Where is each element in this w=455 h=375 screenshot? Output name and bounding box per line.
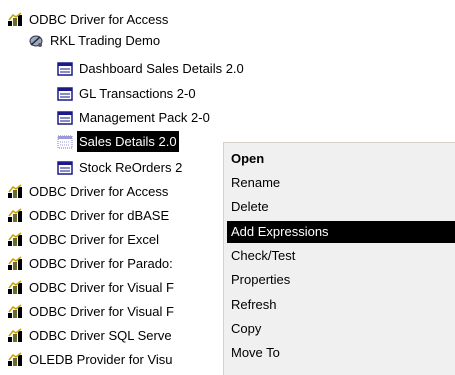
- driver-icon: [7, 279, 23, 296]
- tree-item-label: ODBC Driver for Access: [29, 12, 169, 27]
- tree-item-label: ODBC Driver for dBASE: [29, 208, 170, 223]
- tree-item-label: RKL Trading Demo: [50, 33, 161, 48]
- driver-icon: [7, 351, 23, 368]
- driver-icon: [7, 231, 23, 248]
- context-menu: Open Rename Delete Add Expressions Check…: [223, 142, 455, 375]
- tree-item-label: Sales Details 2.0: [77, 131, 179, 152]
- tree-item-label: Management Pack 2-0: [79, 110, 210, 125]
- driver-icon: [7, 11, 23, 28]
- report-icon: [57, 110, 73, 126]
- menu-item-move-to[interactable]: Move To: [227, 342, 455, 364]
- menu-item-delete[interactable]: Delete: [227, 196, 455, 218]
- tree-item-odbc-access[interactable]: ODBC Driver for Access: [7, 9, 170, 30]
- tree-item-label: ODBC Driver SQL Serve: [29, 328, 172, 343]
- tree-item-odbc-access-2[interactable]: ODBC Driver for Access: [7, 181, 223, 202]
- report-dotted-icon: [57, 134, 73, 150]
- tree-item-odbc-visual-f-2[interactable]: ODBC Driver for Visual F: [7, 301, 223, 322]
- tree-item-label: Dashboard Sales Details 2.0: [79, 61, 244, 76]
- tree-item-gl-transactions[interactable]: GL Transactions 2-0: [57, 83, 198, 104]
- tree-item-sales-details[interactable]: Sales Details 2.0: [57, 131, 179, 152]
- tree-item-label: GL Transactions 2-0: [79, 86, 196, 101]
- report-icon: [57, 61, 73, 77]
- driver-icon: [7, 303, 23, 320]
- menu-item-copy[interactable]: Copy: [227, 318, 455, 340]
- tree-item-label: ODBC Driver for Excel: [29, 232, 160, 247]
- report-icon: [57, 160, 73, 176]
- tree-item-stock-reorders[interactable]: Stock ReOrders 2: [57, 157, 223, 178]
- tree-item-label: ODBC Driver for Visual F: [29, 304, 174, 319]
- tree-item-odbc-paradox[interactable]: ODBC Driver for Parado:: [7, 253, 223, 274]
- menu-item-add-expressions[interactable]: Add Expressions: [227, 221, 455, 243]
- tree-item-label: ODBC Driver for Parado:: [29, 256, 173, 271]
- menu-item-open[interactable]: Open: [227, 148, 455, 170]
- tree-item-odbc-dbase[interactable]: ODBC Driver for dBASE: [7, 205, 223, 226]
- report-icon: [57, 86, 73, 102]
- menu-item-properties[interactable]: Properties: [227, 269, 455, 291]
- tree-item-management-pack[interactable]: Management Pack 2-0: [57, 107, 212, 128]
- tree-item-oledb-visual[interactable]: OLEDB Provider for Visu: [7, 349, 223, 370]
- tree-item-label: OLEDB Provider for Visu: [29, 352, 173, 367]
- menu-item-refresh[interactable]: Refresh: [227, 294, 455, 316]
- tree-item-rkl-trading-demo[interactable]: RKL Trading Demo: [28, 30, 162, 51]
- driver-icon: [7, 207, 23, 224]
- tree-item-dashboard-sales-details[interactable]: Dashboard Sales Details 2.0: [57, 58, 246, 79]
- driver-icon: [7, 327, 23, 344]
- driver-icon: [7, 255, 23, 272]
- tree-item-label: ODBC Driver for Access: [29, 184, 169, 199]
- tree-item-odbc-excel[interactable]: ODBC Driver for Excel: [7, 229, 223, 250]
- menu-item-rename[interactable]: Rename: [227, 172, 455, 194]
- tree-item-label: ODBC Driver for Visual F: [29, 280, 174, 295]
- tree-item-label: Stock ReOrders 2: [79, 160, 183, 175]
- tree-item-odbc-visual-f-1[interactable]: ODBC Driver for Visual F: [7, 277, 223, 298]
- tree-item-odbc-sql-server[interactable]: ODBC Driver SQL Serve: [7, 325, 223, 346]
- menu-item-check-test[interactable]: Check/Test: [227, 245, 455, 267]
- datasource-icon: [28, 33, 44, 49]
- driver-icon: [7, 183, 23, 200]
